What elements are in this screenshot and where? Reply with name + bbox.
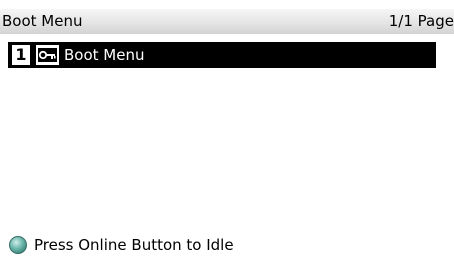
menu-item-boot-menu[interactable]: 1 Boot Menu bbox=[8, 42, 436, 68]
menu-list: 1 Boot Menu bbox=[8, 42, 436, 68]
status-message: Press Online Button to Idle bbox=[34, 236, 234, 254]
page-title: Boot Menu bbox=[2, 12, 83, 30]
menu-item-label: Boot Menu bbox=[64, 46, 145, 64]
status-bar: Press Online Button to Idle bbox=[8, 234, 234, 256]
key-icon bbox=[36, 45, 59, 65]
online-led-icon bbox=[9, 236, 27, 254]
item-number-badge: 1 bbox=[12, 45, 30, 65]
title-bar: Boot Menu 1/1 Page bbox=[0, 9, 454, 34]
page-indicator: 1/1 Page bbox=[388, 12, 454, 30]
